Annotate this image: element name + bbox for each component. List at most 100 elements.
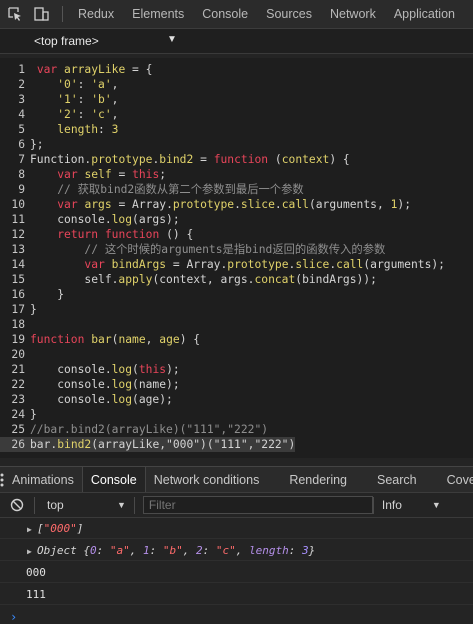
- dropdown-arrow-icon[interactable]: ▼: [167, 34, 177, 45]
- code-token: console.: [30, 393, 112, 406]
- console-token: :: [149, 544, 163, 557]
- tab-console[interactable]: Console: [193, 0, 257, 28]
- console-token: "b": [162, 544, 183, 557]
- tab-redux[interactable]: Redux: [69, 0, 123, 28]
- frame-selector[interactable]: <top frame>: [34, 34, 99, 48]
- code-line: 18: [0, 317, 30, 332]
- code-token: '0': [57, 78, 78, 91]
- code-token: ,: [111, 93, 119, 106]
- code-token: //bar.bind2(arrayLike)("111","222"): [30, 423, 269, 436]
- log-level-selector[interactable]: Info: [382, 498, 432, 512]
- console-message[interactable]: ▶ Object {0: "a", 1: "b", 2: "c", length:…: [0, 541, 473, 561]
- line-number: 16: [11, 288, 25, 301]
- console-token: :: [202, 544, 216, 557]
- line-number: 20: [11, 348, 25, 361]
- console-token: 3: [301, 544, 309, 557]
- line-number: 4: [18, 108, 25, 121]
- prompt-chevron-icon: ›: [10, 610, 18, 624]
- line-number: 7: [18, 153, 25, 166]
- tab-application[interactable]: Application: [385, 0, 464, 28]
- dropdown-arrow-icon[interactable]: ▼: [117, 500, 126, 510]
- code-token: var: [57, 168, 78, 181]
- console-prompt[interactable]: ›: [0, 607, 473, 624]
- line-number: 3: [18, 93, 25, 106]
- code-token: return: [57, 228, 99, 241]
- code-token: slice: [240, 198, 275, 211]
- inspect-element-icon[interactable]: [4, 3, 26, 25]
- code-token: var: [57, 198, 78, 211]
- code-token: (arguments);: [363, 258, 445, 271]
- code-line: 3 '1': 'b',: [0, 92, 118, 107]
- expand-triangle-icon[interactable]: ▶: [27, 520, 37, 540]
- code-line: 21 console.log(this);: [0, 362, 179, 377]
- console-token: length: [248, 544, 289, 557]
- code-line: 25 //bar.bind2(arrayLike)("111","222"): [0, 422, 268, 437]
- code-token: function: [30, 333, 85, 346]
- code-token: (context, args.: [152, 273, 255, 286]
- tab-network[interactable]: Network: [321, 0, 385, 28]
- code-token: bind2: [159, 153, 194, 166]
- code-token: }: [30, 288, 65, 301]
- line-number: 12: [11, 228, 25, 241]
- console-value: 111: [26, 588, 46, 601]
- line-number: 23: [11, 393, 25, 406]
- code-token: (arrayLike,"000")("111","222"): [91, 438, 296, 451]
- console-message: 000: [0, 563, 473, 583]
- tab-elements[interactable]: Elements: [123, 0, 193, 28]
- code-token: :: [77, 108, 92, 121]
- code-line: 10 var args = Array.prototype.slice.call…: [0, 197, 411, 212]
- drawer-tab-console[interactable]: Console: [81, 467, 146, 492]
- code-token: () {: [159, 228, 194, 241]
- drawer-tab-network-conditions[interactable]: Network conditions: [146, 467, 282, 492]
- filter-input[interactable]: [142, 496, 373, 514]
- code-line: 13 // 这个时候的arguments是指bind返回的函数传入的参数: [0, 242, 385, 257]
- code-token: (: [132, 363, 139, 376]
- line-number: 22: [11, 378, 25, 391]
- code-token: prototype: [172, 198, 235, 211]
- code-token: (: [268, 153, 282, 166]
- code-token: :: [77, 93, 92, 106]
- line-number: 15: [11, 273, 25, 286]
- code-editor[interactable]: 1 var arrayLike = {2 '0': 'a', 3 '1': 'b'…: [0, 58, 473, 458]
- code-token: var: [36, 63, 58, 76]
- code-token: (args);: [132, 213, 180, 226]
- code-token: 'a': [91, 78, 112, 91]
- line-number: 10: [11, 198, 25, 211]
- code-token: prototype: [91, 153, 153, 166]
- code-token: (age);: [132, 393, 173, 406]
- console-token: :: [288, 544, 302, 557]
- tab-sources[interactable]: Sources: [257, 0, 321, 28]
- device-toolbar-icon[interactable]: [30, 3, 52, 25]
- drawer-tab-bar: Animations Console Network conditions Rende…: [0, 466, 473, 493]
- console-token: "a": [109, 544, 130, 557]
- code-token: this: [138, 363, 167, 376]
- code-line: 14 var bindArgs = Array.prototype.slice.…: [0, 257, 445, 272]
- drawer-tab-rendering[interactable]: Rendering: [281, 467, 369, 492]
- drawer-tab-animations[interactable]: Animations: [4, 467, 82, 492]
- code-line: 24}: [0, 407, 36, 422]
- console-clear-icon[interactable]: [0, 498, 34, 512]
- code-token: console.: [30, 363, 112, 376]
- console-message[interactable]: ▶ ["000"]: [0, 519, 473, 539]
- console-token: "000": [43, 522, 77, 535]
- line-number: 26: [11, 438, 25, 451]
- line-number: 8: [18, 168, 25, 181]
- code-token: }: [30, 303, 37, 316]
- code-token: 'b': [91, 93, 112, 106]
- context-selector[interactable]: top: [47, 498, 117, 512]
- drawer-tab-cove[interactable]: Cove: [439, 467, 473, 492]
- code-line: 7 Function.prototype.bind2 = function (co…: [0, 152, 350, 167]
- code-token: log: [111, 393, 133, 406]
- line-number: 19: [11, 333, 25, 346]
- expand-triangle-icon[interactable]: ▶: [27, 542, 37, 562]
- drawer-tabs: Animations Console Network conditions Rende…: [4, 467, 473, 492]
- console-token: 0: [89, 544, 97, 557]
- code-token: call: [281, 198, 309, 211]
- drawer-tab-search[interactable]: Search: [369, 467, 439, 492]
- dropdown-arrow-icon[interactable]: ▼: [432, 500, 441, 510]
- line-number: 5: [18, 123, 25, 136]
